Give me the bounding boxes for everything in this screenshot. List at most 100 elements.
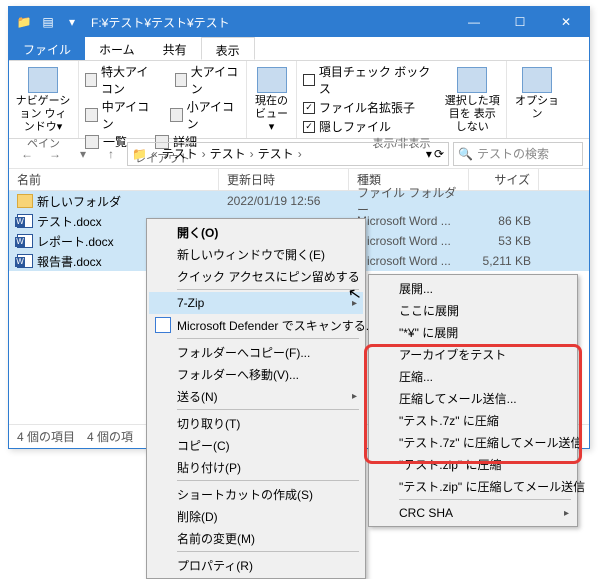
menu-item-label: "テスト.zip" に圧縮してメール送信 — [399, 478, 585, 495]
menu-item-label: フォルダーへ移動(V)... — [177, 366, 299, 383]
column-headers: 名前 更新日時 種類 サイズ — [9, 169, 589, 191]
menu-item[interactable]: "テスト.zip" に圧縮してメール送信 — [371, 475, 575, 497]
hide-selected-button[interactable]: 選択した項目を 表示しない — [445, 63, 500, 135]
recent-dd[interactable]: ▾ — [71, 142, 95, 166]
menu-item[interactable]: 送る(N) — [149, 385, 363, 407]
menu-item[interactable]: 新しいウィンドウで開く(E) — [149, 243, 363, 265]
status-selection: 4 個の項 — [87, 428, 133, 445]
menu-item[interactable]: 開く(O) — [149, 221, 363, 243]
menu-item[interactable]: プロパティ(R) — [149, 554, 363, 576]
ribbon-tabs: ファイル ホーム 共有 表示 — [9, 37, 589, 61]
maximize-button[interactable]: ☐ — [497, 7, 543, 37]
menu-item[interactable]: ここに展開 — [371, 299, 575, 321]
tab-home[interactable]: ホーム — [85, 37, 149, 60]
forward-button[interactable]: → — [43, 142, 67, 166]
file-name: 報告書.docx — [37, 253, 102, 270]
current-view-button[interactable]: 現在の ビュー▾ — [253, 63, 290, 135]
addr-dd-icon[interactable]: ▾ — [426, 147, 432, 161]
layout-sm[interactable]: 小アイコン — [187, 98, 240, 132]
qat-props-icon[interactable]: ▤ — [37, 11, 59, 33]
window-title: F:¥テスト¥テスト¥テスト — [83, 14, 451, 31]
refresh-icon[interactable]: ⟳ — [434, 147, 444, 161]
menu-item[interactable]: "*¥" に展開 — [371, 321, 575, 343]
menu-item-label: プロパティ(R) — [177, 557, 253, 574]
menu-item[interactable]: 圧縮してメール送信... — [371, 387, 575, 409]
options-button[interactable]: オプション — [513, 63, 561, 121]
menu-item[interactable]: 貼り付け(P) — [149, 456, 363, 478]
table-row[interactable]: 新しいフォルダ2022/01/19 12:56ファイル フォルダー — [9, 191, 589, 211]
col-size[interactable]: サイズ — [469, 169, 539, 190]
menu-item-label: 切り取り(T) — [177, 415, 240, 432]
menu-item-label: コピー(C) — [177, 437, 230, 454]
tab-share[interactable]: 共有 — [149, 37, 201, 60]
menu-item-label: 新しいウィンドウで開く(E) — [177, 246, 325, 263]
titlebar: 📁 ▤ ▾ F:¥テスト¥テスト¥テスト ― ☐ ✕ — [9, 7, 589, 37]
menu-item-label: 展開... — [399, 280, 433, 297]
folder-icon — [17, 194, 33, 208]
nav-pane-button[interactable]: ナビゲーション ウィンドウ▾ — [15, 63, 71, 135]
menu-item[interactable]: 削除(D) — [149, 505, 363, 527]
menu-item[interactable]: アーカイブをテスト — [371, 343, 575, 365]
doc-icon — [17, 234, 33, 248]
breadcrumb[interactable]: 📁« テスト› テスト› テスト› ▾⟳ — [127, 142, 449, 166]
status-count: 4 個の項目 — [17, 428, 75, 445]
close-button[interactable]: ✕ — [543, 7, 589, 37]
menu-item[interactable]: コピー(C) — [149, 434, 363, 456]
menu-item[interactable]: フォルダーへ移動(V)... — [149, 363, 363, 385]
doc-icon — [17, 254, 33, 268]
menu-item-label: "テスト.zip" に圧縮 — [399, 456, 502, 473]
menu-item[interactable]: 圧縮... — [371, 365, 575, 387]
col-date[interactable]: 更新日時 — [219, 169, 349, 190]
menu-item[interactable]: "テスト.7z" に圧縮 — [371, 409, 575, 431]
menu-item-label: 圧縮してメール送信... — [399, 390, 517, 407]
chk-item-boxes[interactable] — [303, 74, 315, 86]
menu-item-label: "テスト.7z" に圧縮してメール送信 — [399, 434, 583, 451]
separator — [399, 499, 571, 500]
menu-item-label: CRC SHA — [399, 506, 453, 520]
menu-item-label: "*¥" に展開 — [399, 324, 458, 341]
menu-item-label: 名前の変更(M) — [177, 530, 255, 547]
qat-dd-icon[interactable]: ▾ — [61, 11, 83, 33]
menu-item[interactable]: "テスト.7z" に圧縮してメール送信 — [371, 431, 575, 453]
menu-item[interactable]: 7-Zip — [149, 292, 363, 314]
context-menu: 開く(O) 新しいウィンドウで開く(E) クイック アクセスにピン留めする 7-Zip… — [146, 218, 366, 579]
search-icon: 🔍 — [458, 147, 473, 161]
menu-item[interactable]: ショートカットの作成(S) — [149, 483, 363, 505]
menu-item-label: 圧縮... — [399, 368, 433, 385]
folder-icon: 📁 — [13, 11, 35, 33]
menu-item[interactable]: CRC SHA — [371, 502, 575, 524]
col-name[interactable]: 名前 — [9, 169, 219, 190]
file-name: レポート.docx — [37, 233, 114, 250]
doc-icon — [17, 214, 33, 228]
menu-item-label: フォルダーへコピー(F)... — [177, 344, 310, 361]
menu-item-label: ここに展開 — [399, 302, 459, 319]
chk-hidden[interactable]: ✓ — [303, 121, 315, 133]
menu-item-label: クイック アクセスにピン留めする — [177, 268, 360, 285]
menu-item[interactable]: 展開... — [371, 277, 575, 299]
separator — [177, 289, 359, 290]
menu-item[interactable]: 名前の変更(M) — [149, 527, 363, 549]
layout-md[interactable]: 中アイコン — [102, 98, 155, 132]
separator — [177, 409, 359, 410]
menu-item[interactable]: Microsoft Defender でスキャンする... — [149, 314, 363, 336]
layout-lg[interactable]: 大アイコン — [191, 63, 240, 97]
search-input[interactable]: 🔍テストの検索 — [453, 142, 583, 166]
menu-item-label: 削除(D) — [177, 508, 218, 525]
tab-view[interactable]: 表示 — [201, 37, 255, 60]
chk-file-ext[interactable]: ✓ — [303, 102, 315, 114]
menu-item[interactable]: "テスト.zip" に圧縮 — [371, 453, 575, 475]
back-button[interactable]: ← — [15, 142, 39, 166]
layout-xl[interactable]: 特大アイコン — [101, 63, 160, 97]
menu-item-label: ショートカットの作成(S) — [177, 486, 313, 503]
file-name: テスト.docx — [37, 213, 102, 230]
menu-item[interactable]: フォルダーへコピー(F)... — [149, 341, 363, 363]
ribbon: ナビゲーション ウィンドウ▾ ペイン 特大アイコン 大アイコン 中アイコン 小ア… — [9, 61, 589, 139]
file-name: 新しいフォルダ — [37, 193, 121, 210]
tab-file[interactable]: ファイル — [9, 37, 85, 60]
minimize-button[interactable]: ― — [451, 7, 497, 37]
up-button[interactable]: ↑ — [99, 142, 123, 166]
menu-item[interactable]: 切り取り(T) — [149, 412, 363, 434]
menu-item[interactable]: クイック アクセスにピン留めする — [149, 265, 363, 287]
menu-item-label: 開く(O) — [177, 224, 218, 241]
separator — [177, 338, 359, 339]
